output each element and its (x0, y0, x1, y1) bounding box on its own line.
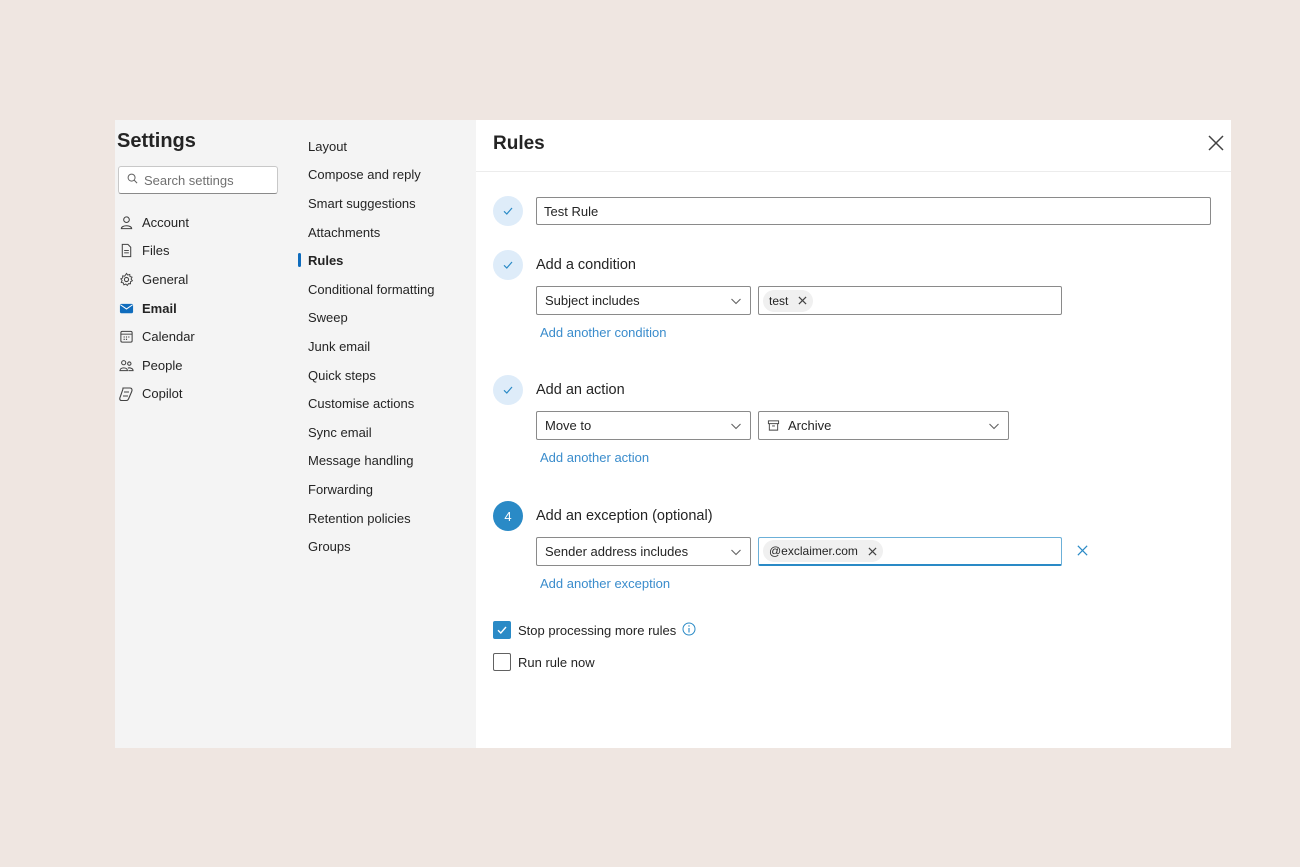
gear-icon (118, 271, 134, 287)
person-icon (118, 214, 134, 230)
category-label: General (142, 271, 189, 287)
nav-item-junk-email[interactable]: Junk email (308, 332, 434, 361)
calendar-icon (118, 329, 134, 345)
category-general[interactable]: General (118, 265, 195, 294)
run-rule-now-checkbox[interactable] (493, 653, 511, 671)
stop-processing-checkbox[interactable] (493, 621, 511, 639)
close-icon (868, 546, 877, 556)
nav-item-message-handling[interactable]: Message handling (308, 447, 434, 476)
chevron-down-icon (731, 549, 741, 555)
nav-item-forwarding[interactable]: Forwarding (308, 475, 434, 504)
checkmark-icon (497, 626, 507, 635)
page-title: Rules (493, 133, 545, 154)
checkmark-icon (503, 386, 513, 394)
panel-header: Rules (476, 120, 1231, 172)
category-label: Calendar (142, 329, 195, 345)
category-label: Email (142, 300, 177, 316)
document-icon (118, 243, 134, 259)
remove-exception-button[interactable] (1076, 544, 1090, 558)
close-button[interactable] (1206, 133, 1226, 153)
people-icon (118, 357, 134, 373)
step-number-badge: 4 (493, 501, 523, 531)
rules-panel: Rules Add a condition Subject includes t… (476, 120, 1231, 748)
condition-value-input[interactable]: test (758, 286, 1062, 315)
nav-item-groups[interactable]: Groups (308, 532, 434, 561)
settings-window: Settings Account Files General (115, 120, 1231, 748)
category-account[interactable]: Account (118, 208, 195, 237)
email-settings-nav: Layout Compose and reply Smart suggestio… (297, 132, 434, 561)
add-exception-link[interactable]: Add another exception (540, 576, 670, 591)
category-label: People (142, 357, 183, 373)
settings-category-list: Account Files General Email Calendar Peo… (118, 208, 195, 408)
step-complete-badge (493, 250, 523, 280)
category-copilot[interactable]: Copilot (118, 380, 195, 409)
add-condition-link[interactable]: Add another condition (540, 325, 666, 340)
chevron-down-icon (731, 423, 741, 429)
rule-name-input[interactable] (536, 197, 1211, 225)
folder-select[interactable]: Archive (758, 411, 1009, 440)
nav-item-layout[interactable]: Layout (308, 132, 434, 161)
condition-select[interactable]: Subject includes (536, 286, 751, 315)
search-input[interactable] (144, 172, 264, 188)
nav-item-conditional-formatting[interactable]: Conditional formatting (308, 275, 434, 304)
chevron-down-icon (731, 298, 741, 304)
checkmark-icon (503, 261, 513, 269)
search-icon (127, 171, 138, 189)
category-people[interactable]: People (118, 351, 195, 380)
archive-icon (767, 420, 780, 431)
run-rule-now-label: Run rule now (518, 655, 595, 670)
step-complete-badge (493, 196, 523, 226)
close-icon (798, 296, 807, 305)
action-value: Move to (545, 418, 592, 433)
category-calendar[interactable]: Calendar (118, 322, 195, 351)
condition-chip: test (763, 289, 814, 312)
copilot-icon (118, 386, 134, 402)
nav-item-sync-email[interactable]: Sync email (308, 418, 434, 447)
category-label: Copilot (142, 386, 183, 402)
add-action-link[interactable]: Add another action (540, 450, 649, 465)
nav-item-attachments[interactable]: Attachments (308, 218, 434, 247)
category-label: Files (142, 243, 170, 259)
stop-processing-label: Stop processing more rules (518, 623, 677, 638)
action-title: Add an action (536, 382, 625, 398)
folder-value: Archive (788, 418, 832, 433)
settings-title: Settings (117, 130, 196, 152)
exception-title: Add an exception (optional) (536, 508, 713, 524)
nav-item-customise-actions[interactable]: Customise actions (308, 389, 434, 418)
exception-value-input[interactable]: @exclaimer.com (758, 537, 1062, 566)
exception-chip: @exclaimer.com (763, 540, 883, 562)
nav-item-retention-policies[interactable]: Retention policies (308, 504, 434, 533)
chip-label: @exclaimer.com (769, 544, 858, 558)
category-email[interactable]: Email (118, 294, 195, 323)
condition-title: Add a condition (536, 257, 636, 273)
mail-icon (118, 300, 134, 316)
nav-item-quick-steps[interactable]: Quick steps (308, 361, 434, 390)
nav-item-sweep[interactable]: Sweep (308, 304, 434, 333)
action-select[interactable]: Move to (536, 411, 751, 440)
condition-value: Subject includes (545, 293, 640, 308)
close-icon (1077, 545, 1088, 556)
nav-item-compose-and-reply[interactable]: Compose and reply (308, 161, 434, 190)
nav-item-smart-suggestions[interactable]: Smart suggestions (308, 189, 434, 218)
category-files[interactable]: Files (118, 237, 195, 266)
exception-select[interactable]: Sender address includes (536, 537, 751, 566)
info-icon[interactable] (682, 622, 696, 636)
remove-chip-button[interactable] (868, 546, 877, 556)
nav-item-rules[interactable]: Rules (297, 246, 434, 275)
search-box[interactable] (118, 166, 278, 194)
remove-chip-button[interactable] (798, 296, 807, 305)
chevron-down-icon (989, 423, 999, 429)
step-complete-badge (493, 375, 523, 405)
chip-label: test (769, 293, 789, 308)
category-label: Account (142, 214, 189, 230)
close-icon (1208, 135, 1224, 151)
checkmark-icon (503, 207, 513, 215)
exception-value: Sender address includes (545, 544, 689, 559)
